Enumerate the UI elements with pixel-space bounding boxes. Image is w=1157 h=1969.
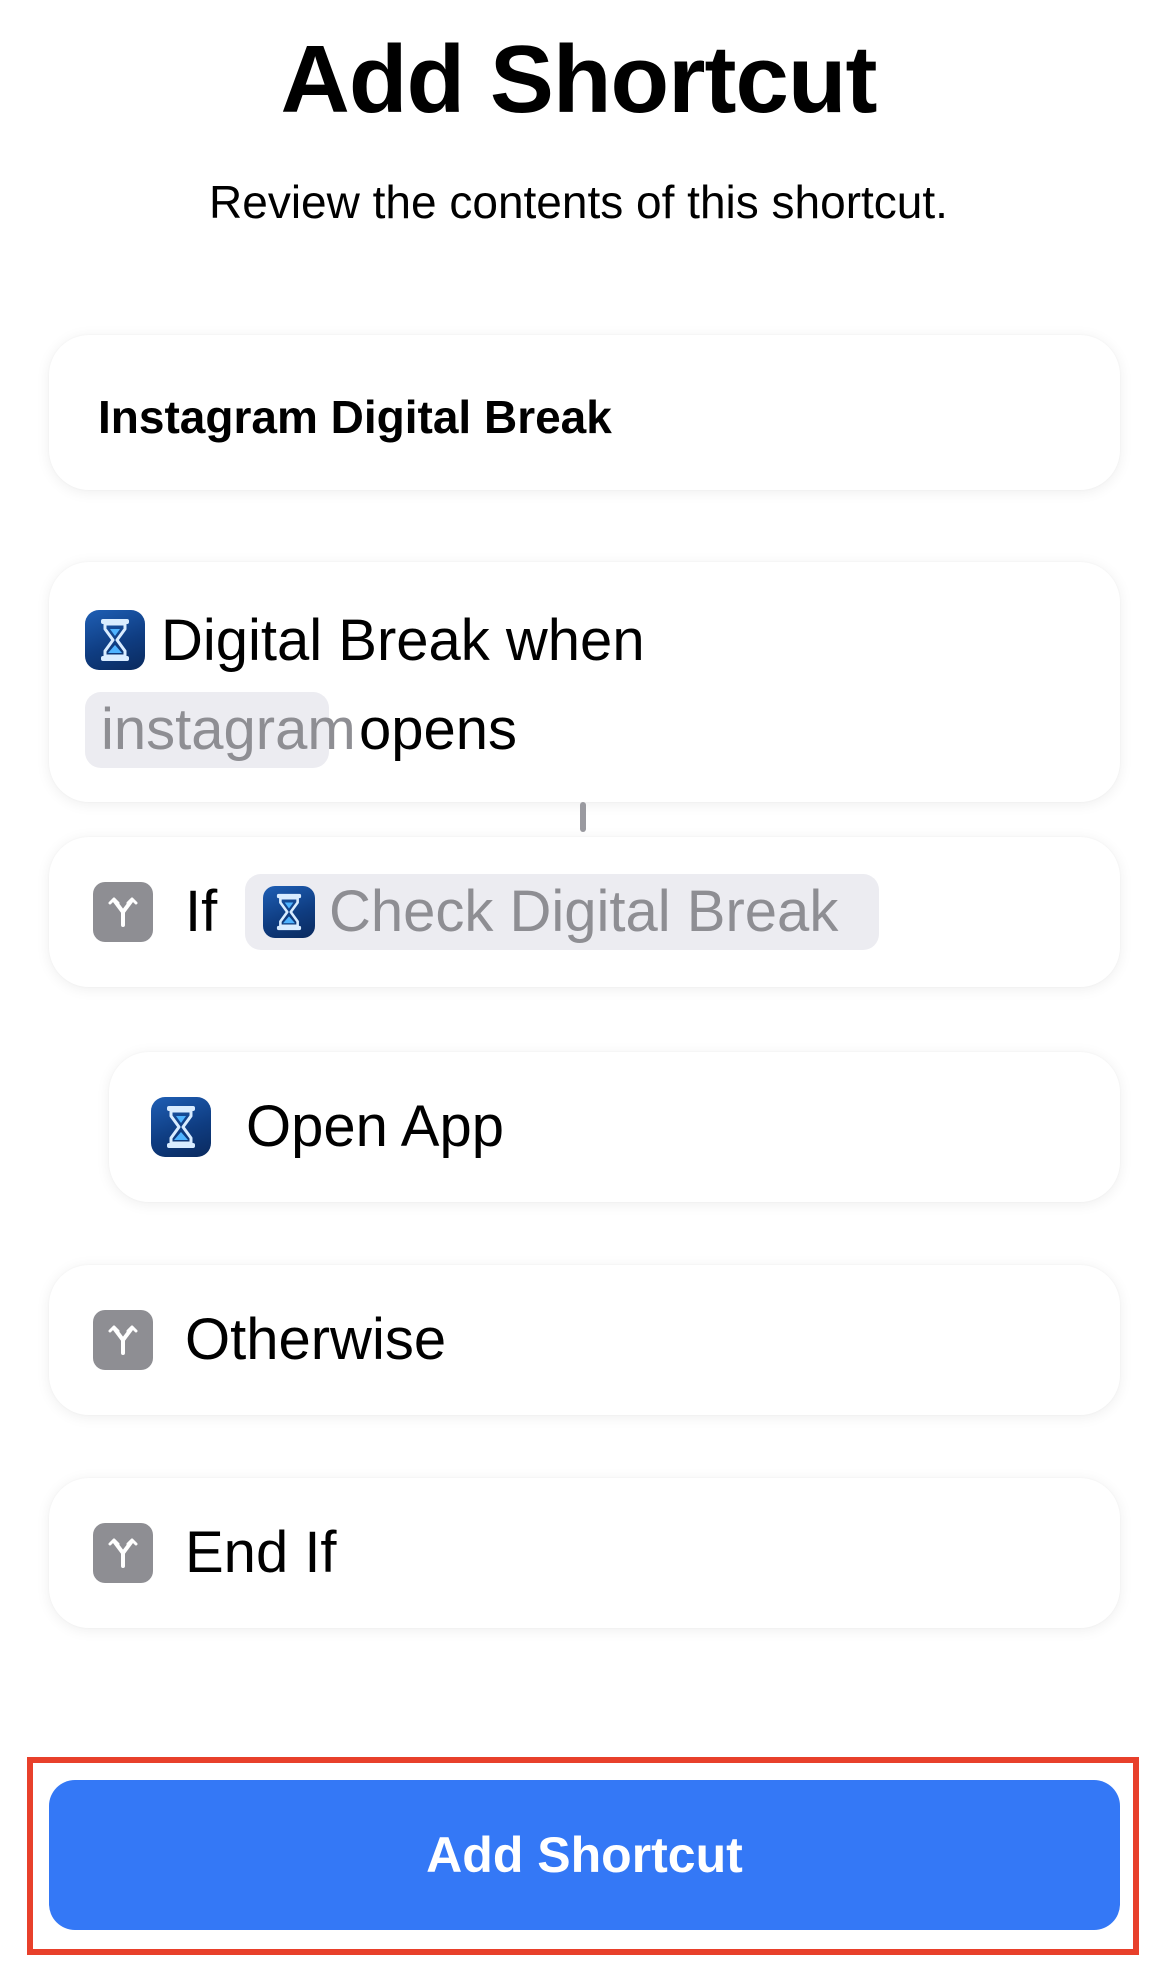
page-title: Add Shortcut [280,26,878,133]
add-shortcut-button[interactable]: Add Shortcut [49,1780,1120,1930]
add-shortcut-screen: Add Shortcut Review the contents of this… [0,0,1157,1969]
scripting-branch-icon [93,882,153,942]
app-parameter-token[interactable]: instagram [85,692,356,768]
shortcut-name-card[interactable]: Instagram Digital Break [49,335,1120,490]
trigger-action-card: Digital Break when instagram opens [49,562,1120,802]
open-app-action-card: Open App [109,1052,1120,1202]
open-app-label: Open App [246,1094,504,1159]
hourglass-app-icon [85,610,145,670]
end-if-action-card: End If [49,1478,1120,1628]
if-label: If [185,879,218,944]
otherwise-action-card: Otherwise [49,1265,1120,1415]
condition-value: Check Digital Break [329,879,839,944]
scripting-branch-icon [93,1310,153,1370]
trigger-label-suffix: opens [359,697,518,762]
hourglass-app-icon [263,886,315,938]
trigger-label: Digital Break when [161,608,645,673]
app-parameter-value: instagram [101,697,356,762]
page-subtitle: Review the contents of this shortcut. [209,176,948,228]
action-connector [580,802,586,832]
hourglass-app-icon [151,1097,211,1157]
scripting-branch-icon [93,1523,153,1583]
end-if-label: End If [185,1520,337,1585]
otherwise-label: Otherwise [185,1307,447,1372]
if-action-card: If Check Digital Break [49,837,1120,987]
condition-token[interactable]: Check Digital Break [245,874,879,950]
shortcut-name: Instagram Digital Break [98,391,612,443]
